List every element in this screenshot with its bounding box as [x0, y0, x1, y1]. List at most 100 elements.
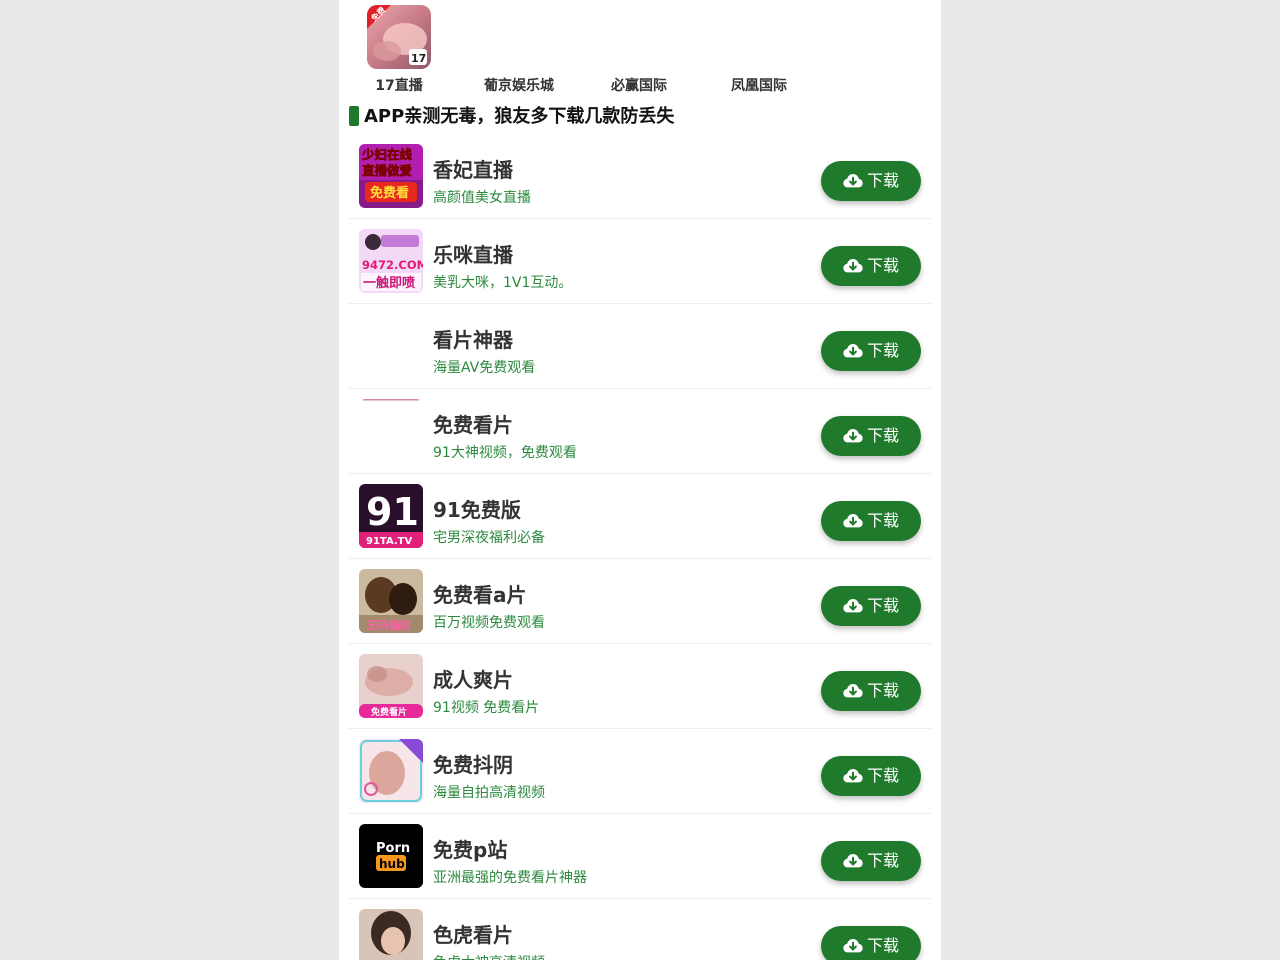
cloud-download-icon — [843, 853, 863, 868]
video-app-icon[interactable]: 91 91TA.TV — [359, 484, 423, 548]
download-button-label[interactable]: 下载 — [867, 936, 899, 956]
icon-caption: 91 — [366, 490, 419, 534]
app-name: 免费p站 — [433, 838, 508, 862]
app-name: 乐咪直播 — [433, 243, 513, 267]
list-item: 看片神器 海量AV免费观看 下载 — [349, 304, 931, 389]
top-app-item[interactable]: 葡京娱乐城 — [459, 0, 579, 100]
cloud-download-icon — [843, 513, 863, 528]
app-name: 色虎看片 — [433, 923, 513, 947]
icon-caption: 一触即喷 — [363, 275, 415, 291]
section-title-bar — [349, 106, 359, 126]
app-name: 免费抖阴 — [433, 753, 513, 777]
live-stream-icon[interactable]: 免费 17 — [367, 5, 431, 69]
download-button[interactable]: 下载 — [821, 756, 921, 796]
page: 免费 17 17直播 葡京娱乐城 必赢国际 凤凰国际 APP亲测无毒，狼友多下载… — [339, 0, 941, 960]
icon-caption: 9472.COM — [362, 258, 423, 272]
video-app-icon[interactable] — [359, 399, 423, 463]
list-item: 无码偷拍 免费看a片 百万视频免费观看 下载 — [349, 559, 931, 644]
section-title-text: APP亲测无毒，狼友多下载几款防丢失 — [364, 106, 675, 127]
list-item: 免费看片 91大神视频，免费观看 下载 — [349, 389, 931, 474]
download-button-label[interactable]: 下载 — [867, 681, 899, 701]
list-item: 色虎看片 色虎大神高清视频 下载 — [349, 899, 931, 960]
top-app-item[interactable]: 免费 17 17直播 — [339, 0, 459, 100]
icon-caption: 免费看片 — [371, 706, 407, 718]
app-description: 91视频 免费看片 — [433, 700, 540, 716]
icon-caption: 无码偷拍 — [366, 618, 411, 632]
list-item: 91 91TA.TV 91免费版 宅男深夜福利必备 下载 — [349, 474, 931, 559]
download-button[interactable]: 下载 — [821, 161, 921, 201]
top-app-label[interactable]: 必赢国际 — [579, 75, 699, 95]
live-stream-icon[interactable]: 少妇在线 直播做爱 免费看 — [359, 144, 423, 208]
list-item: Porn hub 免费p站 亚洲最强的免费看片神器 下载 — [349, 814, 931, 899]
app-description: 宅男深夜福利必备 — [433, 530, 545, 546]
video-app-icon[interactable] — [359, 909, 423, 960]
app-description: 亚洲最强的免费看片神器 — [433, 870, 587, 886]
video-app-icon[interactable] — [359, 314, 423, 378]
download-button[interactable]: 下载 — [821, 926, 921, 960]
video-app-icon[interactable] — [359, 739, 423, 803]
download-button-label[interactable]: 下载 — [867, 256, 899, 276]
download-button-label[interactable]: 下载 — [867, 766, 899, 786]
download-button[interactable]: 下载 — [821, 586, 921, 626]
list-item: 免费看片 成人爽片 91视频 免费看片 下载 — [349, 644, 931, 729]
top-app-item[interactable]: 必赢国际 — [579, 0, 699, 100]
video-app-icon[interactable]: 无码偷拍 — [359, 569, 423, 633]
download-button[interactable]: 下载 — [821, 246, 921, 286]
app-description: 色虎大神高清视频 — [433, 952, 545, 960]
top-app-row: 免费 17 17直播 葡京娱乐城 必赢国际 凤凰国际 — [339, 0, 941, 100]
cloud-download-icon — [843, 938, 863, 953]
app-description: 海量自拍高清视频 — [433, 785, 545, 801]
icon-caption: 免费看 — [370, 185, 409, 201]
download-button[interactable]: 下载 — [821, 331, 921, 371]
app-description: 海量AV免费观看 — [433, 360, 536, 376]
app-name: 看片神器 — [433, 328, 513, 352]
icon-caption: 直播做爱 — [362, 163, 413, 178]
cloud-download-icon — [843, 173, 863, 188]
live-17-mark: 17 — [411, 52, 426, 65]
top-app-label[interactable]: 凤凰国际 — [699, 75, 819, 95]
download-button[interactable]: 下载 — [821, 416, 921, 456]
download-button-label[interactable]: 下载 — [867, 171, 899, 191]
download-button-label[interactable]: 下载 — [867, 426, 899, 446]
app-description: 高颜值美女直播 — [433, 190, 531, 206]
casino-icon[interactable] — [727, 5, 791, 69]
app-description: 美乳大咪，1V1互动。 — [433, 275, 573, 291]
icon-caption: 91TA.TV — [366, 536, 413, 547]
app-name: 免费看片 — [433, 413, 513, 437]
app-list: 少妇在线 直播做爱 免费看 香妃直播 高颜值美女直播 下载 9472.COM 一… — [349, 134, 931, 960]
list-item: 9472.COM 一触即喷 乐咪直播 美乳大咪，1V1互动。 下载 — [349, 219, 931, 304]
top-app-label[interactable]: 17直播 — [339, 75, 459, 95]
cloud-download-icon — [843, 768, 863, 783]
icon-caption: Porn — [376, 841, 410, 856]
video-app-icon[interactable]: Porn hub — [359, 824, 423, 888]
app-description: 百万视频免费观看 — [433, 615, 545, 631]
live-stream-icon[interactable]: 9472.COM 一触即喷 — [359, 229, 423, 293]
download-button[interactable]: 下载 — [821, 501, 921, 541]
cloud-download-icon — [843, 683, 863, 698]
app-name: 免费看a片 — [433, 583, 527, 607]
cloud-download-icon — [843, 343, 863, 358]
casino-icon[interactable] — [607, 5, 671, 69]
app-name: 香妃直播 — [433, 158, 513, 182]
app-name: 成人爽片 — [433, 668, 513, 692]
section-title: APP亲测无毒，狼友多下载几款防丢失 — [349, 104, 674, 130]
casino-icon[interactable] — [487, 5, 551, 69]
list-item: 少妇在线 直播做爱 免费看 香妃直播 高颜值美女直播 下载 — [349, 134, 931, 219]
download-button-label[interactable]: 下载 — [867, 511, 899, 531]
download-button-label[interactable]: 下载 — [867, 596, 899, 616]
list-item: 免费抖阴 海量自拍高清视频 下载 — [349, 729, 931, 814]
download-button-label[interactable]: 下载 — [867, 851, 899, 871]
cloud-download-icon — [843, 428, 863, 443]
app-description: 91大神视频，免费观看 — [433, 445, 577, 461]
icon-caption: hub — [379, 857, 405, 871]
icon-caption: 少妇在线 — [361, 147, 413, 162]
top-app-label[interactable]: 葡京娱乐城 — [459, 75, 579, 95]
app-name: 91免费版 — [433, 498, 521, 522]
cloud-download-icon — [843, 598, 863, 613]
download-button[interactable]: 下载 — [821, 671, 921, 711]
cloud-download-icon — [843, 258, 863, 273]
download-button-label[interactable]: 下载 — [867, 341, 899, 361]
download-button[interactable]: 下载 — [821, 841, 921, 881]
top-app-item[interactable]: 凤凰国际 — [699, 0, 819, 100]
video-app-icon[interactable]: 免费看片 — [359, 654, 423, 718]
